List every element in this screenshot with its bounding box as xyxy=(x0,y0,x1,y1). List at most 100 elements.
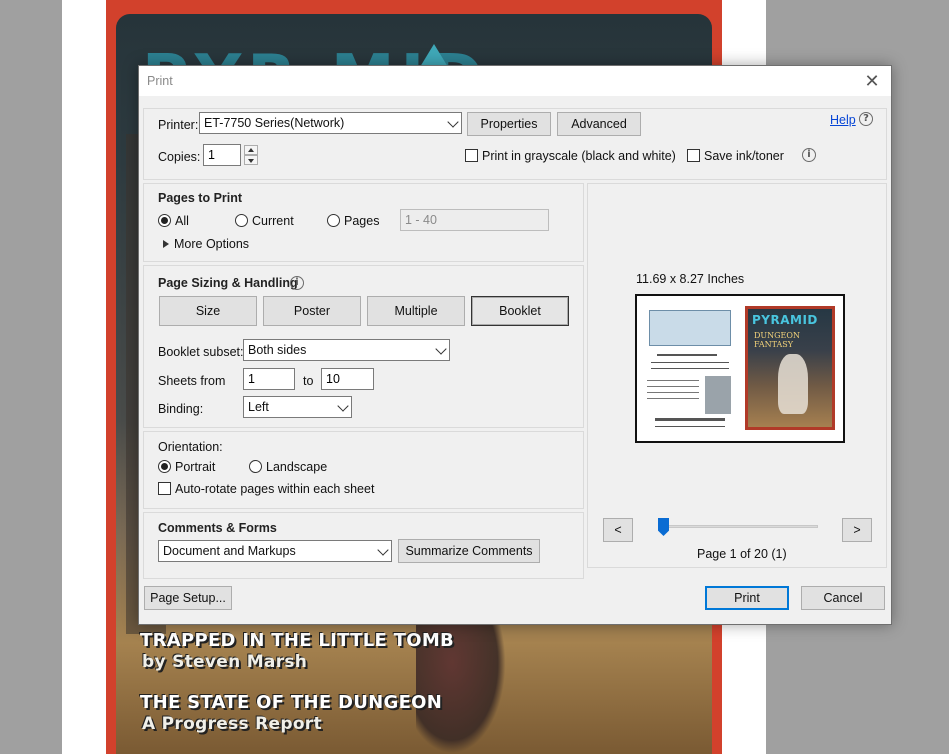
cancel-button[interactable]: Cancel xyxy=(801,586,885,610)
info-icon[interactable]: i xyxy=(290,276,304,290)
booklet-subset-label: Booklet subset: xyxy=(158,345,244,359)
sheets-from-label: Sheets from xyxy=(158,374,226,388)
poster-tab[interactable]: Poster xyxy=(263,296,361,326)
binding-label: Binding: xyxy=(158,402,204,416)
comments-forms-heading: Comments & Forms xyxy=(158,521,277,535)
preview-text-line xyxy=(647,380,699,381)
summarize-comments-button[interactable]: Summarize Comments xyxy=(398,539,540,563)
help-link[interactable]: Help xyxy=(830,113,856,127)
page-status: Page 1 of 20 (1) xyxy=(697,547,787,561)
comments-forms-select[interactable]: Document and Markups xyxy=(158,540,392,562)
current-page-label: Current xyxy=(252,214,294,228)
copies-input[interactable] xyxy=(203,144,241,166)
preview-front-cover: PYRAMID DUNGEON FANTASY xyxy=(745,306,835,430)
all-pages-label: All xyxy=(175,214,189,228)
chevron-down-icon xyxy=(447,116,459,128)
preview-text-line xyxy=(647,386,699,387)
next-page-button[interactable]: > xyxy=(842,518,872,542)
cover-byline-1: by Steven Marsh xyxy=(142,652,308,672)
size-tab[interactable]: Size xyxy=(159,296,257,326)
current-page-radio[interactable] xyxy=(235,214,248,227)
help-question-icon[interactable]: ? xyxy=(859,112,873,126)
previous-page-button[interactable]: < xyxy=(603,518,633,542)
preview-text-line xyxy=(655,418,725,421)
page-slider-thumb[interactable] xyxy=(658,518,669,536)
copies-label: Copies: xyxy=(158,150,201,164)
pages-range-radio[interactable] xyxy=(327,214,340,227)
cover-headline-2: THE STATE OF THE DUNGEON xyxy=(140,692,443,713)
page-slider-track[interactable] xyxy=(662,525,818,528)
cover-byline-2: A Progress Report xyxy=(142,714,322,734)
sheets-to-input[interactable] xyxy=(321,368,374,390)
landscape-label: Landscape xyxy=(266,460,328,474)
preview-text-line xyxy=(657,354,717,356)
copies-decrement[interactable] xyxy=(244,155,258,165)
pages-range-label: Pages xyxy=(344,214,380,228)
comments-forms-panel: Comments & Forms Document and Markups Su… xyxy=(143,512,584,579)
title-bar: Print ✕ xyxy=(139,66,891,96)
sheets-to-label: to xyxy=(303,374,314,388)
printer-panel: Printer: ET-7750 Series(Network) Propert… xyxy=(143,108,887,180)
save-ink-label: Save ink/toner xyxy=(704,149,784,163)
orientation-panel: Orientation: Portrait Landscape Auto-rot… xyxy=(143,431,584,509)
orientation-heading: Orientation: xyxy=(158,440,223,454)
chevron-down-icon xyxy=(435,343,447,355)
dialog-title: Print xyxy=(147,74,173,88)
printer-label: Printer: xyxy=(158,118,199,132)
print-dialog: Print ✕ Printer: ET-7750 Series(Network)… xyxy=(138,65,892,625)
preview-text-block xyxy=(649,310,731,346)
paper-size-text: 11.69 x 8.27 Inches xyxy=(636,272,745,286)
autorotate-checkbox[interactable] xyxy=(158,482,171,495)
landscape-radio[interactable] xyxy=(249,460,262,473)
page-preview: PYRAMID DUNGEON FANTASY xyxy=(635,294,845,443)
multiple-tab[interactable]: Multiple xyxy=(367,296,465,326)
preview-cover-title: PYRAMID xyxy=(752,313,818,327)
expand-triangle-icon[interactable] xyxy=(163,240,169,248)
preview-text-line xyxy=(647,398,699,399)
preview-text-line xyxy=(647,392,699,393)
preview-cover-subtitle: DUNGEON FANTASY xyxy=(754,331,800,349)
booklet-subset-value: Both sides xyxy=(248,343,307,357)
portrait-label: Portrait xyxy=(175,460,216,474)
preview-image xyxy=(705,376,731,414)
pages-to-print-heading: Pages to Print xyxy=(158,191,243,205)
pages-range-input[interactable] xyxy=(400,209,549,231)
grayscale-checkbox[interactable] xyxy=(465,149,478,162)
all-pages-radio[interactable] xyxy=(158,214,171,227)
info-icon[interactable]: i xyxy=(802,148,816,162)
binding-value: Left xyxy=(248,400,269,414)
arrow-down-icon xyxy=(248,159,254,163)
preview-cover-art: PYRAMID DUNGEON FANTASY xyxy=(748,309,832,427)
pages-to-print-panel: Pages to Print All Current Pages More Op… xyxy=(143,183,584,262)
binding-select[interactable]: Left xyxy=(243,396,352,418)
chevron-down-icon xyxy=(337,400,349,412)
preview-text-line xyxy=(651,368,729,369)
preview-text-line xyxy=(655,426,725,427)
properties-button[interactable]: Properties xyxy=(467,112,551,136)
advanced-button[interactable]: Advanced xyxy=(557,112,641,136)
booklet-subset-select[interactable]: Both sides xyxy=(243,339,450,361)
booklet-tab[interactable]: Booklet xyxy=(471,296,569,326)
autorotate-label: Auto-rotate pages within each sheet xyxy=(175,482,375,496)
page-sizing-panel: Page Sizing & Handling i Size Poster Mul… xyxy=(143,265,584,428)
copies-increment[interactable] xyxy=(244,145,258,155)
grayscale-label: Print in grayscale (black and white) xyxy=(482,149,676,163)
cover-headline-1: TRAPPED IN THE LITTLE TOMB xyxy=(140,630,455,651)
preview-text-line xyxy=(651,362,729,363)
page-setup-button[interactable]: Page Setup... xyxy=(144,586,232,610)
chevron-down-icon xyxy=(377,544,389,556)
preview-cover-figure xyxy=(778,354,808,414)
preview-back-page xyxy=(645,306,735,434)
portrait-radio[interactable] xyxy=(158,460,171,473)
print-button[interactable]: Print xyxy=(705,586,789,610)
comments-forms-value: Document and Markups xyxy=(163,544,296,558)
more-options-toggle[interactable]: More Options xyxy=(174,237,249,251)
preview-panel: 11.69 x 8.27 Inches PYRAMID DUNGEON FANT… xyxy=(587,183,887,568)
sheets-from-input[interactable] xyxy=(243,368,295,390)
page-sizing-heading: Page Sizing & Handling xyxy=(158,276,298,290)
close-icon[interactable]: ✕ xyxy=(861,70,883,92)
printer-select[interactable]: ET-7750 Series(Network) xyxy=(199,112,462,134)
arrow-up-icon xyxy=(248,148,254,152)
printer-value: ET-7750 Series(Network) xyxy=(204,116,345,130)
save-ink-checkbox[interactable] xyxy=(687,149,700,162)
